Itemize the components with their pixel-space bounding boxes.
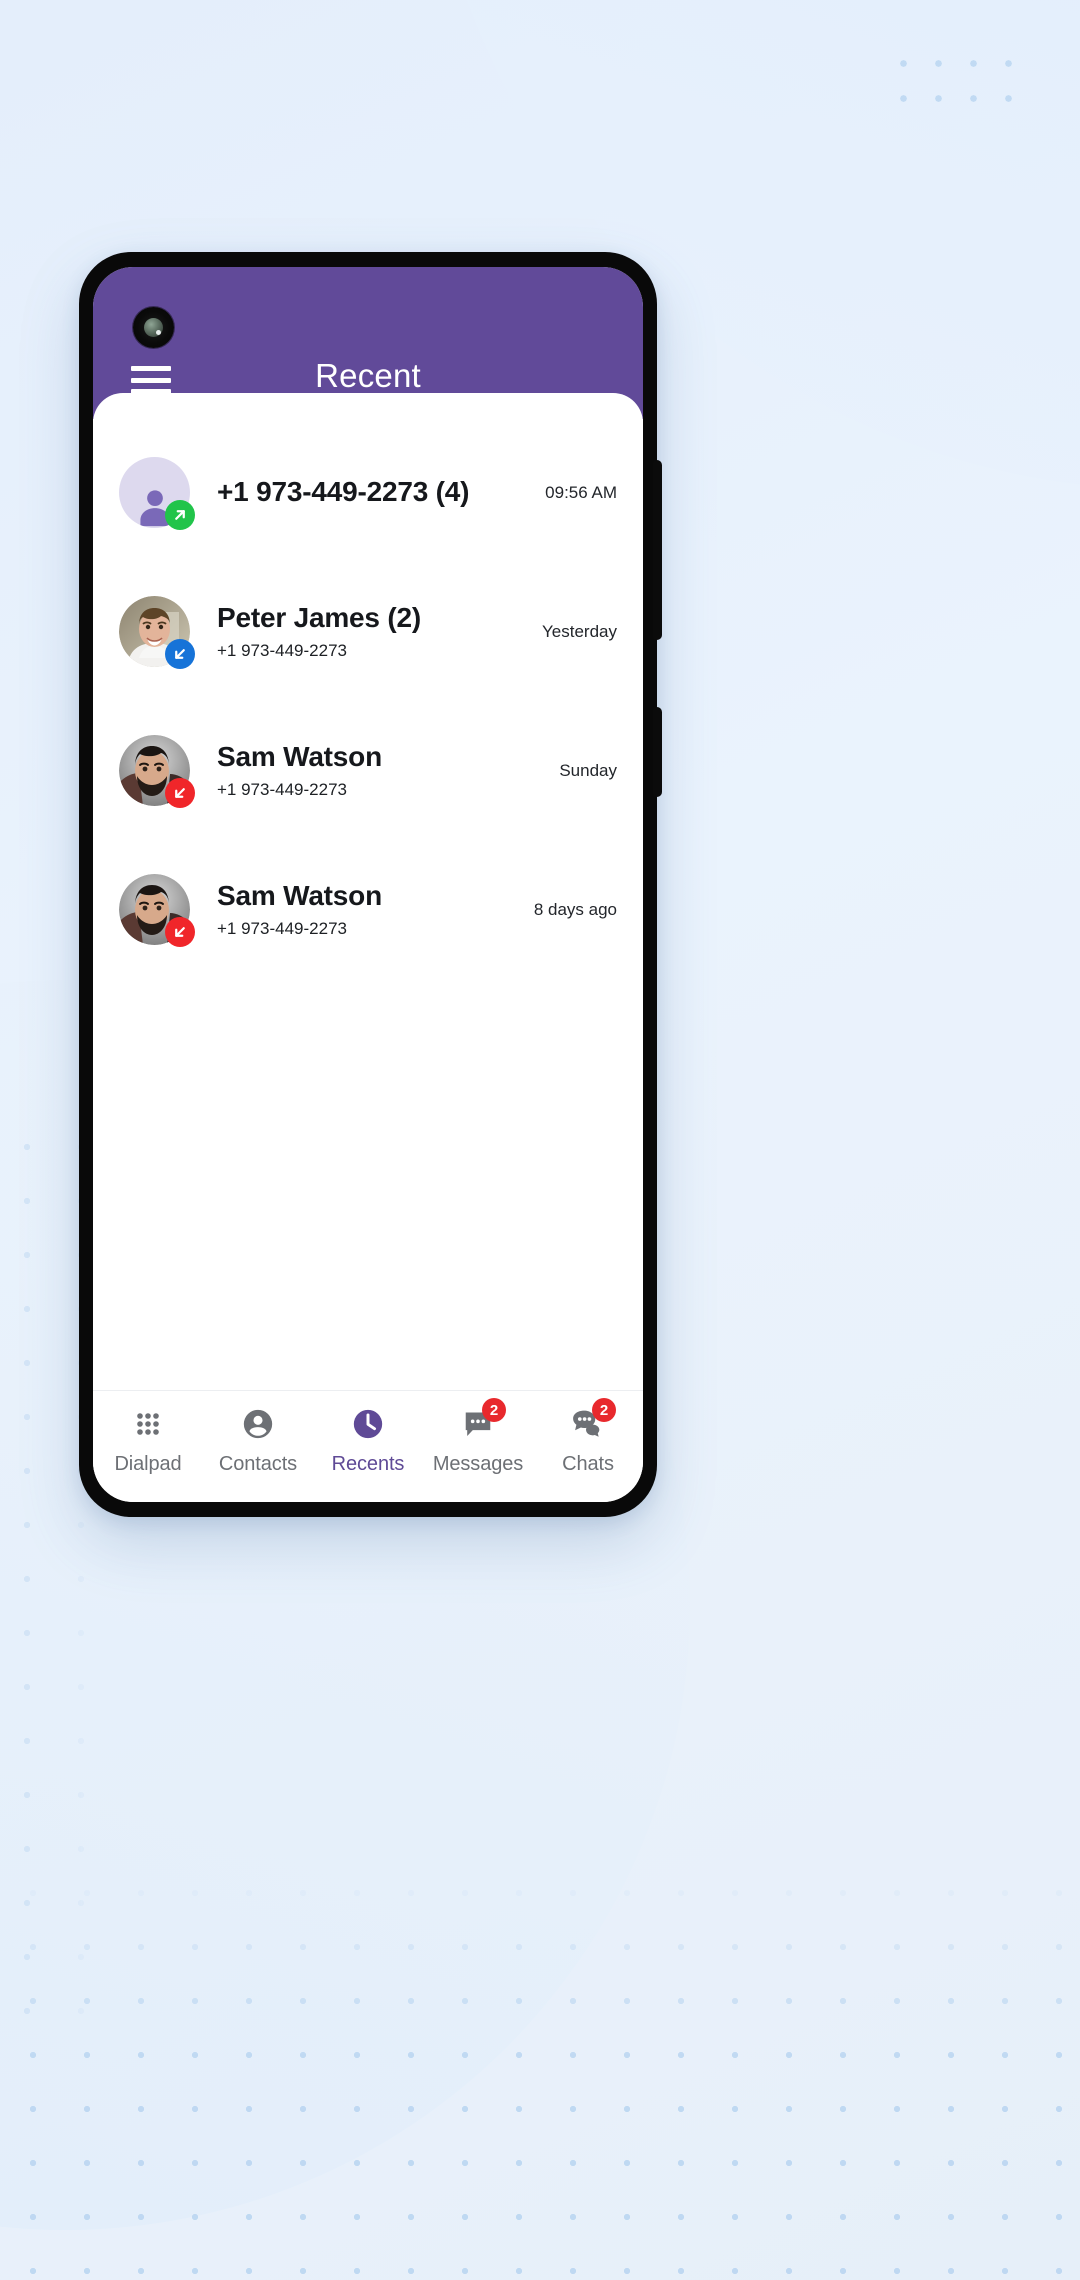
row-subtitle: +1 973-449-2273 <box>217 640 347 660</box>
phone-screen: Recent +1 973-449-2273 (4) 09:56 AM Pete… <box>93 267 643 1502</box>
nav-label-chats: Chats <box>562 1453 614 1475</box>
nav-item-dialpad[interactable]: Dialpad <box>93 1405 203 1476</box>
nav-item-contacts[interactable]: Contacts <box>203 1405 313 1476</box>
phone-side-button-volume[interactable] <box>653 707 662 797</box>
recents-list-sheet: +1 973-449-2273 (4) 09:56 AM Peter James… <box>93 393 643 1390</box>
page-title: Recent <box>315 357 421 394</box>
person-circle-icon <box>239 1405 277 1443</box>
phone-device-frame: Recent +1 973-449-2273 (4) 09:56 AM Pete… <box>79 252 662 1517</box>
row-timestamp: Sunday <box>559 760 617 780</box>
avatar[interactable] <box>119 596 195 669</box>
camera-lens-icon <box>144 318 163 337</box>
arrow-down-left-missed-icon <box>165 778 195 808</box>
front-camera-punch-hole <box>133 307 174 348</box>
row-subtitle: +1 973-449-2273 <box>217 918 347 938</box>
row-title: Sam Watson <box>217 741 382 773</box>
avatar[interactable] <box>119 874 195 947</box>
table-row[interactable]: Sam Watson +1 973-449-2273 8 days ago <box>93 840 643 979</box>
nav-label-recents: Recents <box>331 1453 405 1475</box>
table-row[interactable]: Peter James (2) +1 973-449-2273 Yesterda… <box>93 562 643 701</box>
row-text-block: Sam Watson +1 973-449-2273 <box>190 741 551 799</box>
status-badge: 2 <box>482 1398 506 1422</box>
row-subtitle: +1 973-449-2273 <box>217 779 347 799</box>
avatar[interactable] <box>119 457 195 530</box>
status-badge: 2 <box>592 1398 616 1422</box>
nav-item-chats[interactable]: 2 Chats <box>533 1398 643 1476</box>
arrow-up-right-icon <box>165 500 195 530</box>
dot-pattern-top-right <box>884 44 1024 114</box>
table-row[interactable]: Sam Watson +1 973-449-2273 Sunday <box>93 701 643 840</box>
nav-item-messages[interactable]: 2 Messages <box>423 1398 533 1476</box>
nav-label-dialpad: Dialpad <box>114 1453 182 1475</box>
bottom-navigation-bar: Dialpad Contacts Recents 2 Messages 2 Ch… <box>93 1390 643 1502</box>
row-timestamp: 8 days ago <box>533 899 617 919</box>
row-text-block: Peter James (2) +1 973-449-2273 <box>190 602 534 660</box>
row-timestamp: Yesterday <box>542 621 617 641</box>
dot-pattern-bottom <box>0 1860 1080 2280</box>
arrow-down-left-icon <box>165 639 195 669</box>
arrow-down-left-missed-icon <box>165 917 195 947</box>
row-text-block: +1 973-449-2273 (4) <box>190 476 537 508</box>
row-text-block: Sam Watson +1 973-449-2273 <box>190 880 526 938</box>
nav-label-messages: Messages <box>432 1453 524 1475</box>
dialpad-grid-icon <box>129 1405 167 1443</box>
avatar[interactable] <box>119 735 195 808</box>
row-title: Sam Watson <box>217 880 382 912</box>
table-row[interactable]: +1 973-449-2273 (4) 09:56 AM <box>93 423 643 562</box>
nav-label-contacts: Contacts <box>218 1453 298 1475</box>
clock-icon <box>349 1405 387 1443</box>
nav-item-recents[interactable]: Recents <box>313 1405 423 1476</box>
chat-bubbles-icon: 2 <box>569 1398 616 1443</box>
row-timestamp: 09:56 AM <box>545 482 617 502</box>
row-title: Peter James (2) <box>217 602 422 634</box>
row-title: +1 973-449-2273 (4) <box>217 476 470 508</box>
phone-side-button-power[interactable] <box>653 460 662 640</box>
message-bubble-icon: 2 <box>459 1398 506 1443</box>
